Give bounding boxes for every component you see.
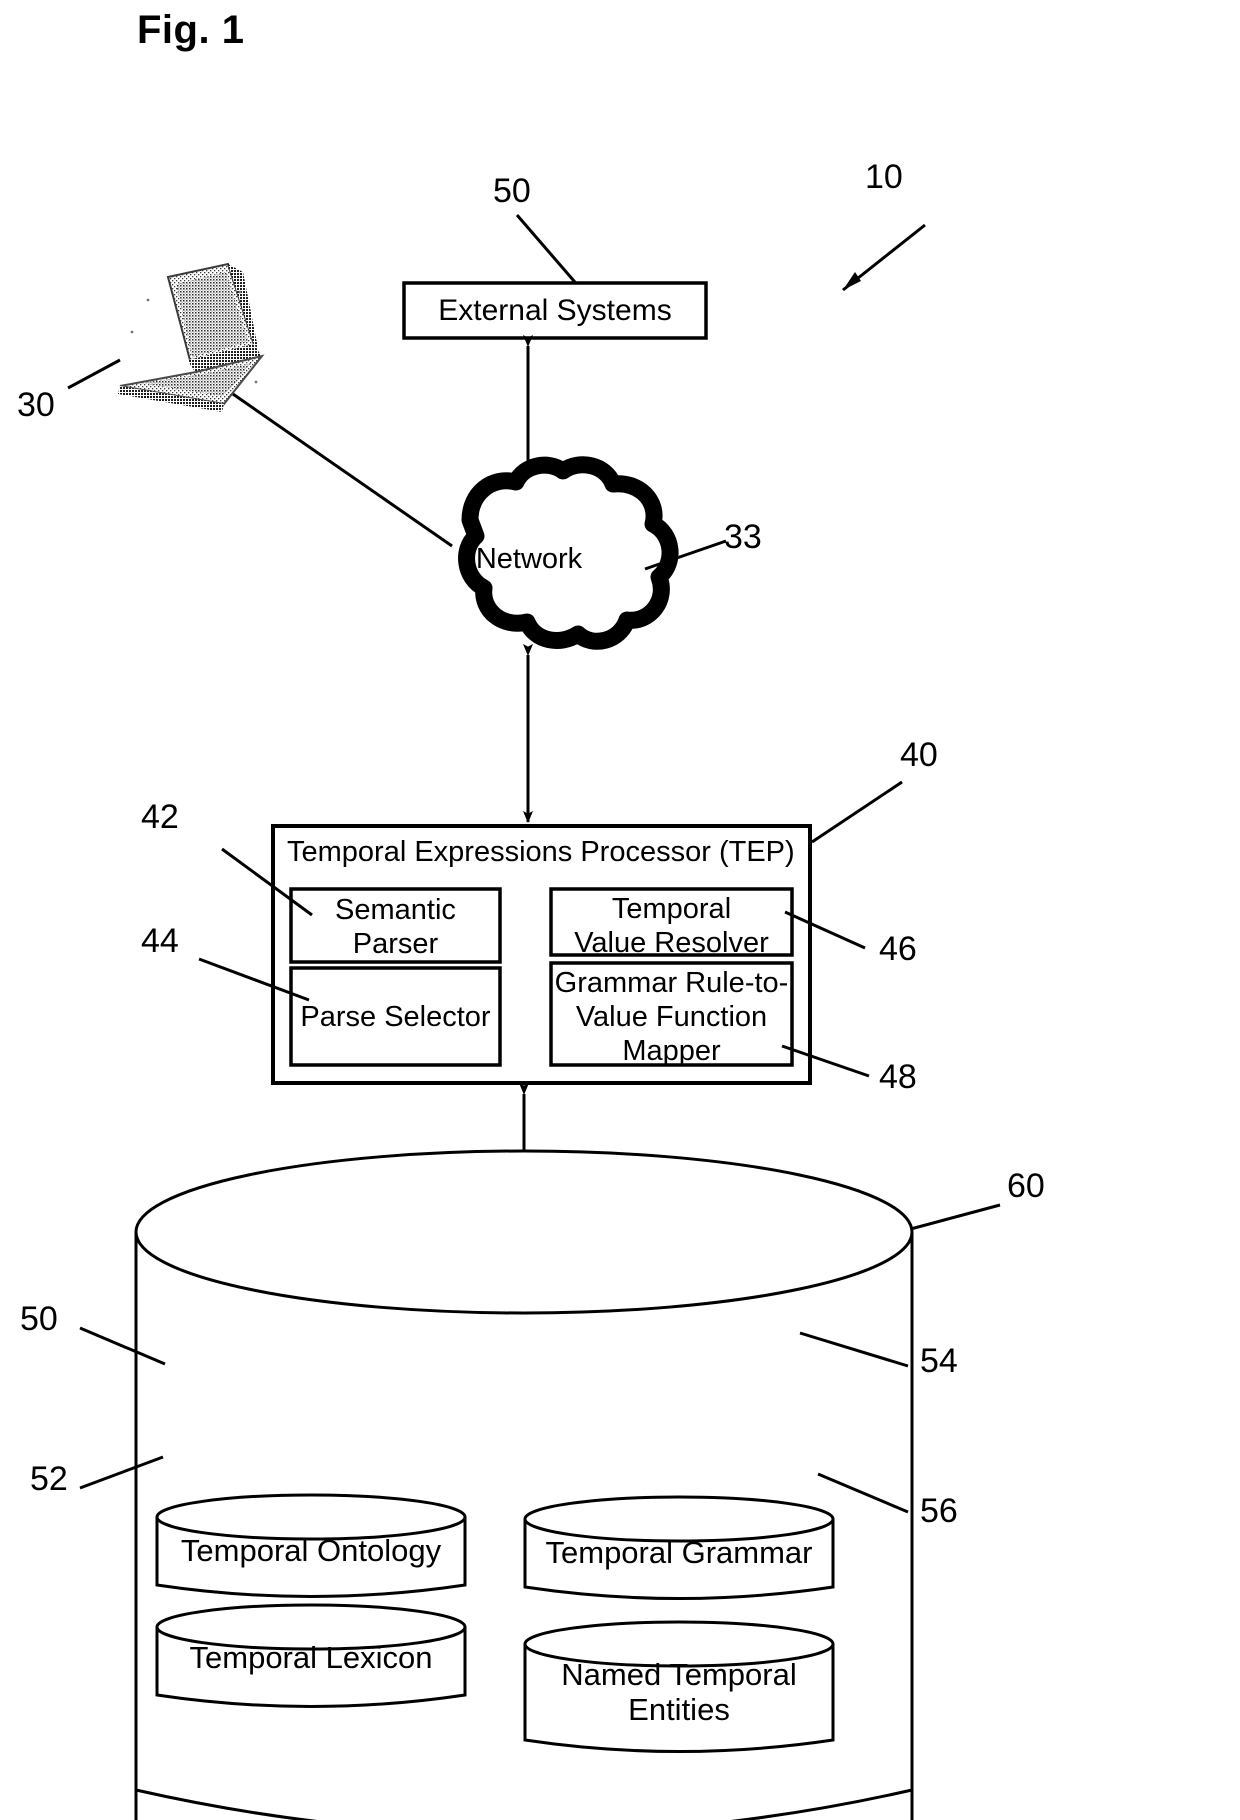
named-temporal-entities-label: Named Temporal Entities [561,1657,797,1728]
network-label: Network [475,543,583,575]
ref-numeral-50-ontology: 50 [20,1300,58,1338]
ref-numeral-30: 30 [17,386,55,424]
ref-numeral-33: 33 [724,518,762,556]
ref-numeral-50-external: 50 [493,172,531,210]
ref-numeral-46: 46 [879,930,917,968]
parse-selector-label: Parse Selector [300,1001,491,1033]
ref-numeral-52: 52 [30,1460,68,1498]
temporal-ontology-label: Temporal Ontology [180,1533,442,1568]
grammar-mapper-label: Grammar Rule-to- Value Function Mapper [554,967,789,1068]
external-systems-label: External Systems [438,294,672,327]
temporal-lexicon-label: Temporal Lexicon [189,1640,433,1675]
temporal-grammar-label: Temporal Grammar [545,1535,813,1570]
ref-numeral-40: 40 [900,736,938,774]
semantic-parser-label: Semantic Parser [335,894,456,961]
temporal-value-resolver-label: Temporal Value Resolver [574,893,769,960]
ref-numeral-48: 48 [879,1058,917,1096]
ref-numeral-60: 60 [1007,1167,1045,1205]
ref-numeral-56: 56 [920,1492,958,1530]
patent-figure-page: Fig. 1 10 50 33 30 40 42 44 46 48 60 50 … [0,0,1240,1820]
ref-30-leader [67,358,121,390]
ref-numeral-42: 42 [141,798,179,836]
ref-40-leader [811,780,903,844]
ref-numeral-54: 54 [920,1342,958,1380]
ref-numeral-44: 44 [141,922,179,960]
ref-numeral-10: 10 [865,158,903,196]
laptop-icon [118,262,265,412]
ref-10-leader [842,223,926,292]
tep-header-label: Temporal Expressions Processor (TEP) [287,836,795,868]
connector-network-client [216,381,453,548]
